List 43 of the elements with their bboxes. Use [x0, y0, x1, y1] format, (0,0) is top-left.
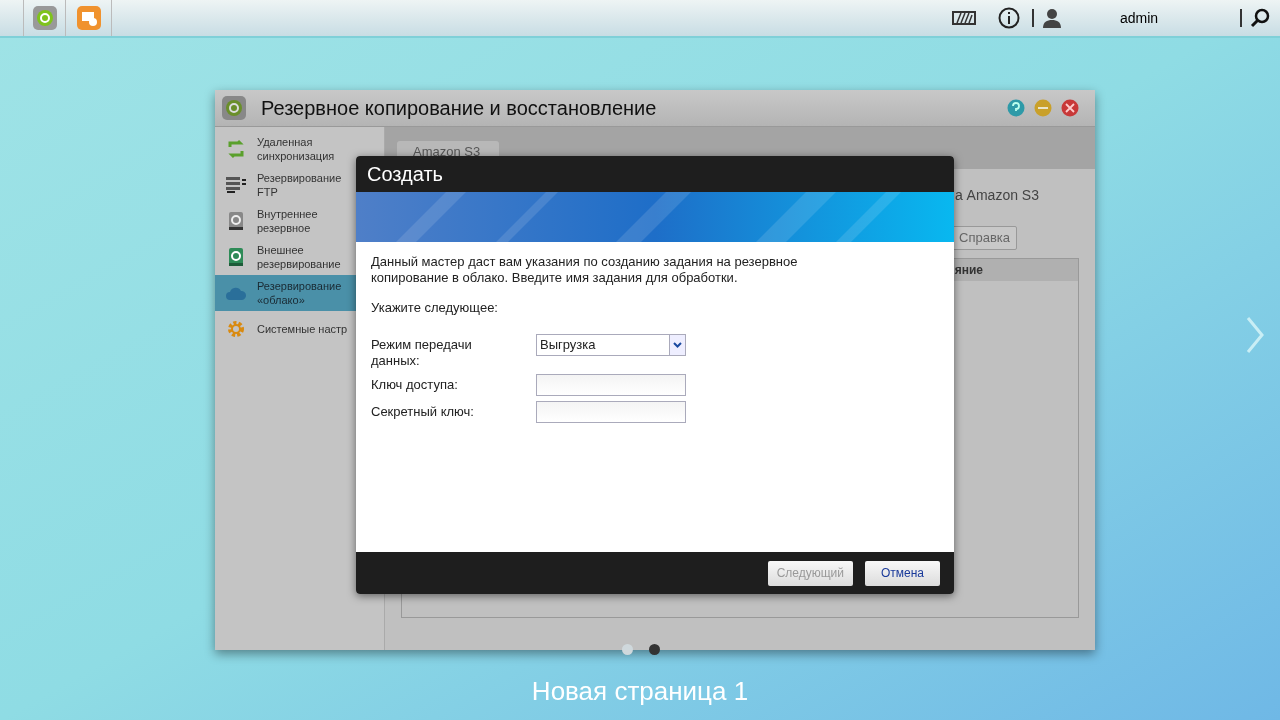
username[interactable]: admin — [1120, 7, 1240, 29]
sync-icon — [226, 139, 246, 159]
user-icon[interactable] — [1042, 8, 1062, 28]
search-icon[interactable] — [1250, 8, 1270, 28]
app-icon — [222, 96, 246, 120]
sidebar-item[interactable]: Внутреннее резервное — [215, 203, 384, 239]
sidebar-label: Внутреннее — [257, 207, 318, 221]
sidebar-label: Внешнее — [257, 243, 305, 257]
help-button[interactable]: Справка — [952, 226, 1017, 250]
sidebar-label: резервное — [257, 221, 312, 235]
dropdown[interactable]: Выгрузка — [536, 333, 686, 356]
cancel-button[interactable]: Отмена — [865, 560, 940, 586]
field-label: Ключ доступа: — [371, 375, 459, 393]
sidebar-label: резервирование — [257, 257, 341, 271]
sidebar-label: синхронизация — [257, 149, 335, 163]
input-field[interactable] — [536, 373, 686, 396]
sidebar-label: Резервирование — [257, 171, 342, 185]
minimize-icon[interactable] — [1034, 99, 1052, 117]
sidebar-label: FTP — [257, 185, 279, 199]
dropdown-value: Выгрузка — [539, 335, 597, 354]
sidebar-label: Системные настр — [257, 322, 348, 336]
server-icon — [225, 175, 247, 195]
field-label: Секретный ключ: — [371, 402, 475, 420]
info-icon[interactable] — [998, 7, 1020, 29]
window-title: Резервное копирование и восстановление — [261, 96, 657, 121]
keyboard-icon[interactable] — [952, 11, 976, 25]
input-field[interactable] — [536, 400, 686, 423]
page-title: Новая страница 1 — [530, 675, 750, 708]
gear-icon — [226, 319, 246, 339]
cloud-icon — [225, 285, 247, 301]
description-text: а Amazon S3 — [954, 186, 1039, 205]
sidebar-label: Резервирование — [257, 279, 342, 293]
column-header: яние — [954, 262, 983, 279]
field-label: Режим передачи данных: — [371, 335, 473, 369]
app-icon[interactable] — [75, 5, 102, 31]
help-icon[interactable] — [1007, 99, 1025, 117]
chevron-down-icon — [673, 341, 682, 348]
sidebar-label: Удаленная — [257, 135, 314, 149]
close-icon[interactable] — [1061, 99, 1079, 117]
drive-icon — [227, 247, 245, 267]
sidebar-label: «облако» — [257, 293, 306, 307]
app-icon[interactable] — [31, 5, 58, 31]
drive-icon — [227, 211, 245, 231]
